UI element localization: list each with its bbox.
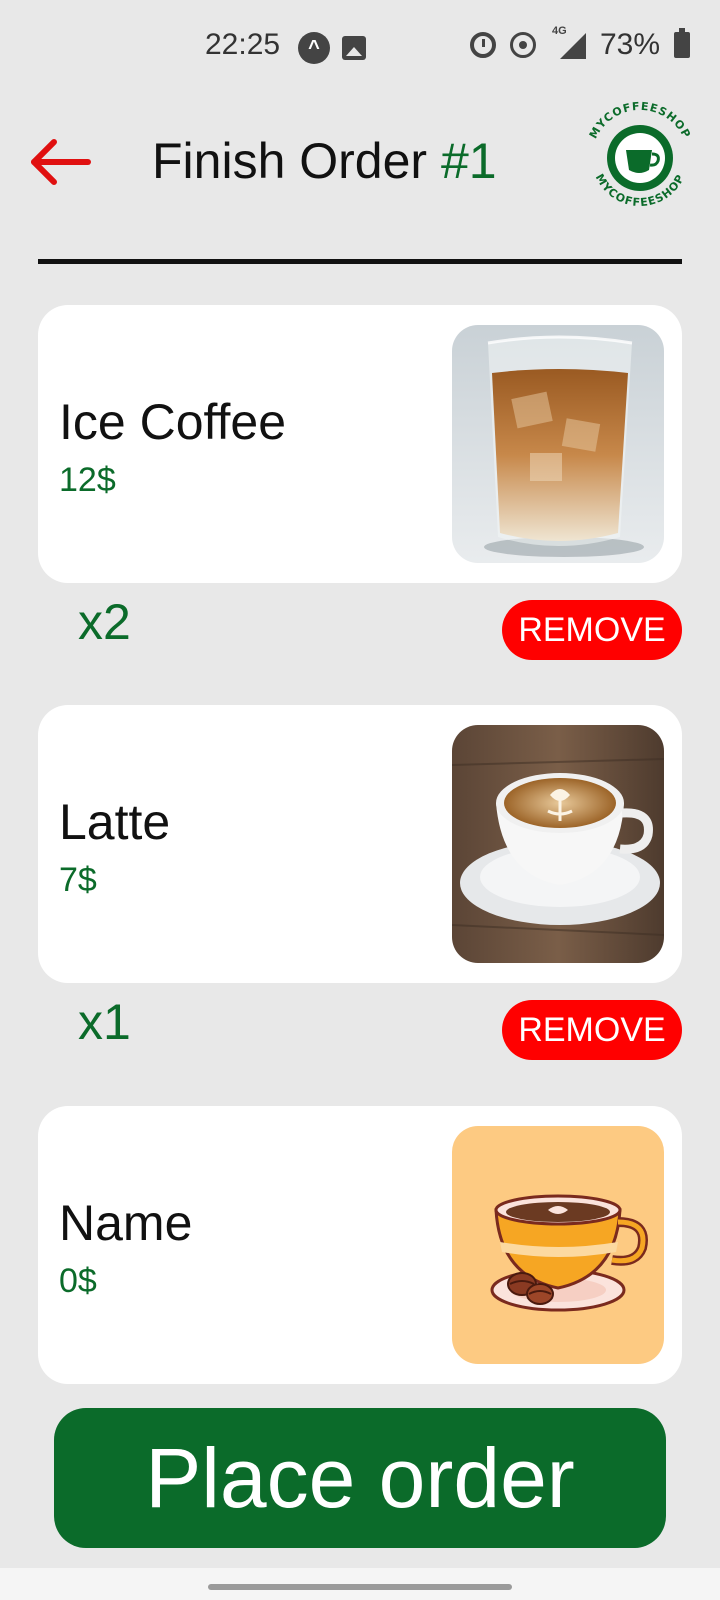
iced-coffee-image [452,325,664,563]
coffee-cup-illustration [452,1126,664,1364]
home-gesture-handle[interactable] [208,1584,512,1590]
remove-button[interactable]: REMOVE [502,600,682,660]
battery-percent: 73% [599,28,660,61]
image-notification-icon [342,36,366,60]
item-name: Latte [59,794,171,850]
place-order-button[interactable]: Place order [54,1408,666,1548]
app-notification-icon: ^ [298,32,330,64]
back-arrow-icon[interactable] [28,134,92,190]
battery-icon [674,28,690,58]
item-price: 0$ [59,1262,97,1300]
page-title-text: Finish Order [152,133,428,189]
hotspot-icon [509,32,536,58]
item-price: 12$ [59,461,116,499]
coffee-shop-logo: MYCOFFEESHOP MYCOFFEESHOP [578,96,702,220]
signal-icon: 4G [550,25,586,59]
order-number: #1 [440,133,497,189]
system-icons: 4G 73% [469,25,690,62]
item-quantity: x2 [78,594,131,650]
latte-image [452,725,664,963]
status-bar: 22:25 ^ 4G 73% [0,0,720,96]
order-item-card: Latte 7$ [38,705,682,983]
remove-button[interactable]: REMOVE [502,1000,682,1060]
item-name: Ice Coffee [59,394,287,450]
order-item-card: Ice Coffee 12$ [38,305,682,583]
order-item-card: Name 0$ [38,1106,682,1384]
header-divider [38,259,682,264]
item-price: 7$ [59,861,97,899]
status-time: 22:25 [205,28,281,61]
item-name: Name [59,1195,193,1251]
page-title: Finish Order #1 [152,132,497,190]
alarm-icon [469,32,496,58]
notification-icons: ^ [298,32,366,64]
item-quantity: x1 [78,994,131,1050]
